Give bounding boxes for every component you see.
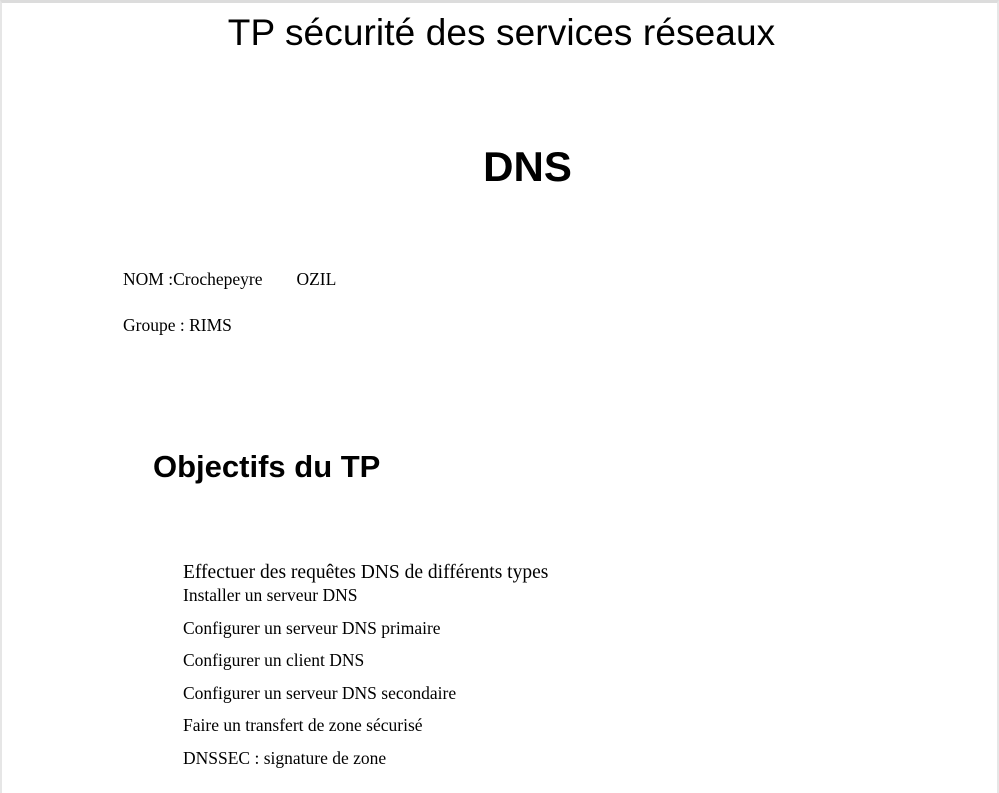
main-heading: DNS [483, 143, 572, 190]
section-title: Objectifs du TP [153, 449, 381, 484]
author-name-secondary: OZIL [296, 269, 337, 289]
objective-item: Installer un serveur DNS [183, 585, 358, 605]
objective-item: Configurer un serveur DNS primaire [183, 617, 441, 638]
objective-item: DNSSEC : signature de zone [183, 747, 387, 768]
objectives-list: Effectuer des requêtes DNS de différents… [183, 561, 548, 780]
group-label: Groupe : RIMS [123, 315, 232, 335]
author-names: NOM :Crochepeyre OZIL [123, 269, 336, 290]
author-name-primary: NOM :Crochepeyre [123, 269, 263, 289]
document-page: TP sécurité des services réseaux DNS NOM… [0, 0, 999, 793]
objective-item: Faire un transfert de zone sécurisé [183, 715, 423, 735]
objective-item: Configurer un client DNS [183, 650, 365, 670]
document-title: TP sécurité des services réseaux [227, 12, 776, 53]
objective-item: Configurer un serveur DNS secondaire [183, 682, 457, 703]
objective-item: Effectuer des requêtes DNS de différents… [183, 562, 549, 583]
